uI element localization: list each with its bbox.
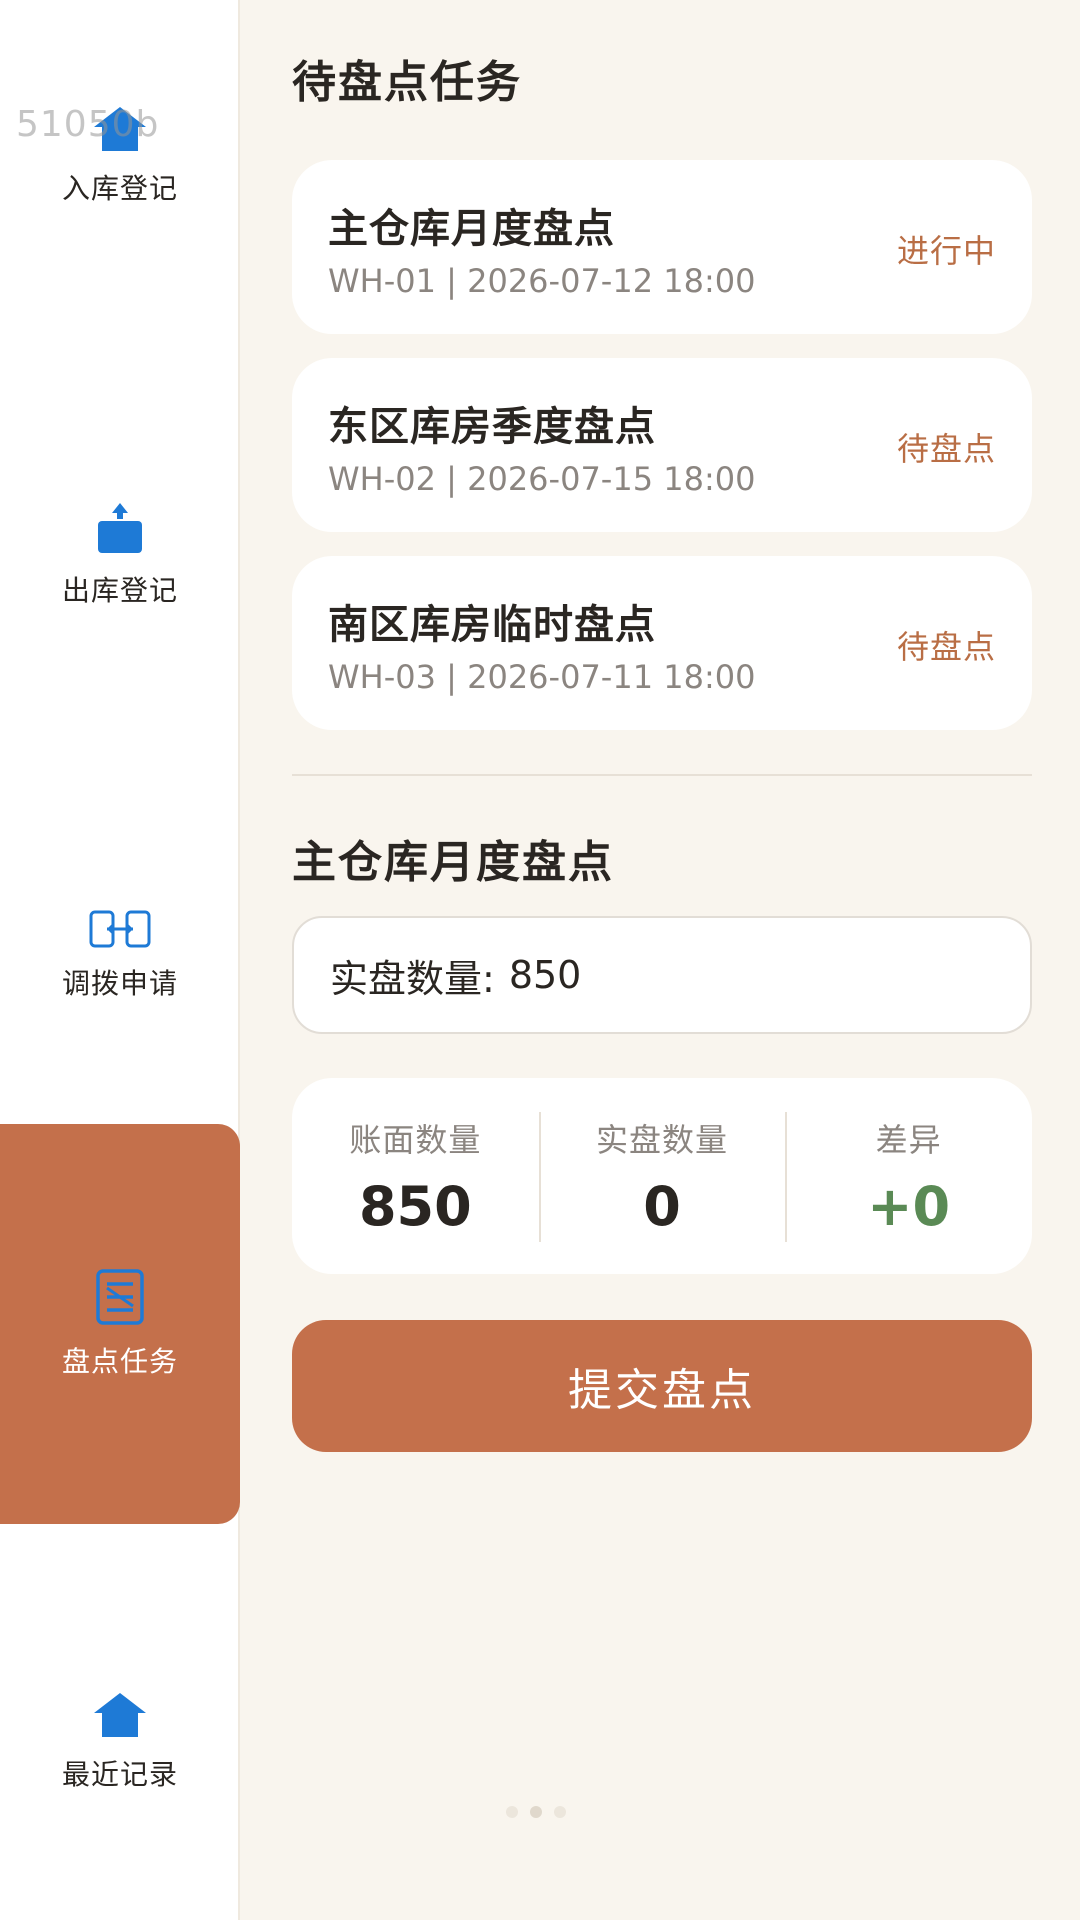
house-icon [92, 1691, 148, 1739]
stat-value: 850 [358, 1174, 472, 1238]
stat-value: +0 [867, 1174, 951, 1238]
task-name: 东区库房季度盘点 [328, 404, 656, 450]
status-badge: 待盘点 [896, 628, 996, 666]
task-name: 南区库房临时盘点 [328, 602, 656, 648]
stats-panel: 账面数量 850 实盘数量 0 差异 +0 [292, 1078, 1032, 1274]
sidebar-item-label: 调拨申请 [61, 967, 178, 1000]
stat-label: 账面数量 [349, 1120, 482, 1159]
page-indicator [500, 1806, 572, 1818]
page-dot [554, 1806, 566, 1818]
task-name: 主仓库月度盘点 [328, 206, 615, 252]
status-badge: 进行中 [896, 232, 996, 270]
pending-tasks-title: 待盘点任务 [292, 57, 522, 108]
app-root: 入库登记 出库登记 调拨申请 盘点任务 最近记录 51050b 待盘点任务 主仓… [0, 0, 1080, 1920]
task-meta: WH-02 | 2026-07-15 18:00 [328, 460, 756, 498]
box-upload-icon [96, 503, 144, 555]
actual-count-field[interactable]: 实盘数量: 850 [292, 916, 1032, 1034]
status-badge: 待盘点 [896, 430, 996, 468]
sidebar-item-outbound[interactable]: 出库登记 [0, 356, 240, 756]
sidebar-item-label: 出库登记 [61, 574, 178, 607]
task-card[interactable]: 主仓库月度盘点 WH-01 | 2026-07-12 18:00 进行中 [292, 160, 1032, 334]
submit-stocktake-button[interactable]: 提交盘点 [292, 1320, 1032, 1452]
sidebar-item-stocktake[interactable]: 盘点任务 [0, 1124, 240, 1524]
sidebar-item-label: 最近记录 [61, 1758, 178, 1791]
section-divider [292, 774, 1032, 776]
task-card[interactable]: 南区库房临时盘点 WH-03 | 2026-07-11 18:00 待盘点 [292, 556, 1032, 730]
stat-label: 实盘数量 [596, 1120, 729, 1159]
stat-actual-quantity: 实盘数量 0 [538, 1078, 786, 1274]
task-meta: WH-01 | 2026-07-12 18:00 [328, 262, 756, 300]
house-icon [92, 105, 148, 153]
sidebar-item-transfer[interactable]: 调拨申请 [0, 756, 240, 1156]
task-meta: WH-03 | 2026-07-11 18:00 [328, 658, 756, 696]
stat-label: 差异 [875, 1120, 942, 1159]
sidebar-item-label: 盘点任务 [61, 1345, 178, 1378]
actual-count-label: 实盘数量: [330, 956, 495, 1001]
sidebar: 入库登记 出库登记 调拨申请 盘点任务 最近记录 51050b [0, 0, 240, 1920]
page-dot [506, 1806, 518, 1818]
sidebar-item-recent[interactable]: 最近记录 [0, 1542, 240, 1920]
clipboard-icon [95, 1268, 145, 1326]
task-card[interactable]: 东区库房季度盘点 WH-02 | 2026-07-15 18:00 待盘点 [292, 358, 1032, 532]
stat-value: 0 [643, 1174, 681, 1238]
detail-title: 主仓库月度盘点 [292, 837, 614, 888]
actual-count-value: 850 [508, 953, 582, 997]
stat-book-quantity: 账面数量 850 [292, 1078, 539, 1274]
sidebar-item-label: 入库登记 [61, 172, 178, 205]
stat-difference: 差异 +0 [785, 1078, 1032, 1274]
page-dot [530, 1806, 542, 1818]
transfer-icon [89, 910, 151, 948]
sidebar-item-inbound[interactable]: 入库登记 [0, 0, 240, 356]
